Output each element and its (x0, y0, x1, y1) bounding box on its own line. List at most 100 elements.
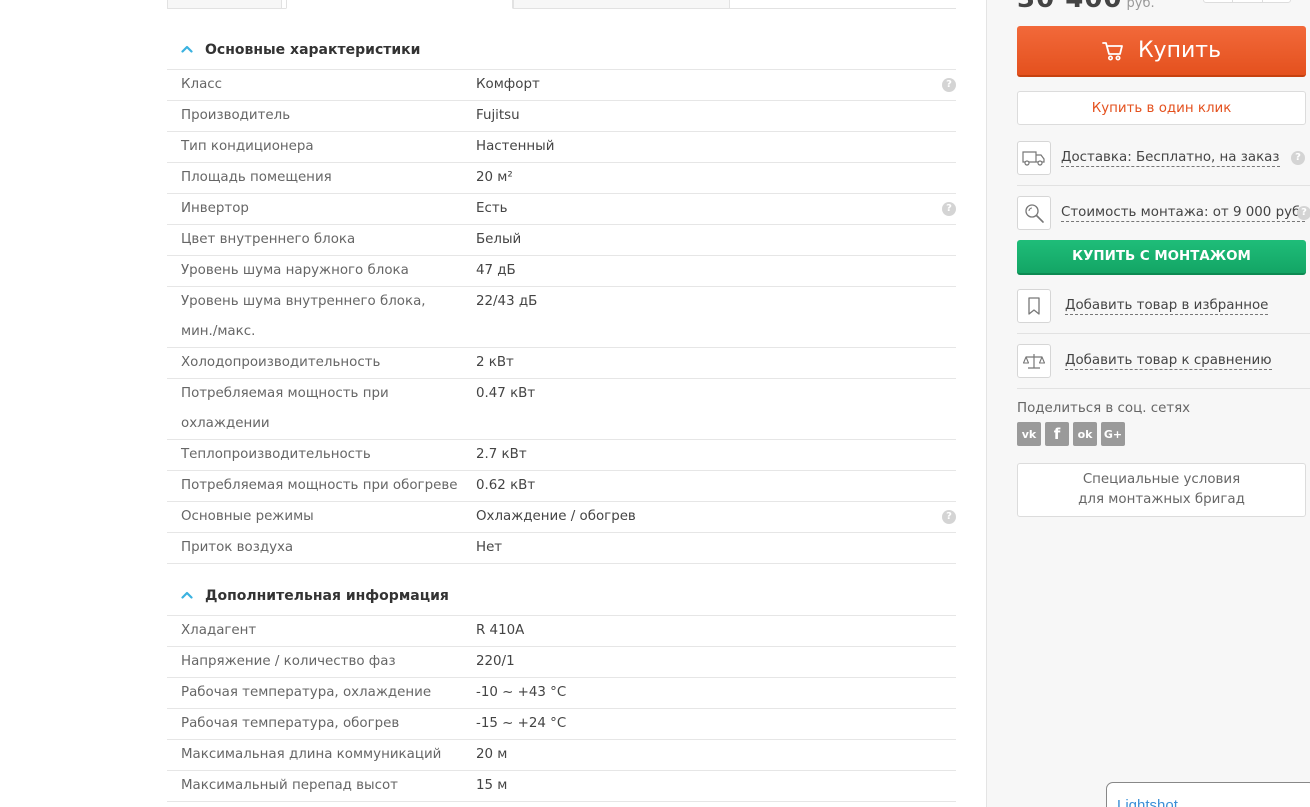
help-icon[interactable]: ? (1291, 151, 1305, 165)
social-share-buttons: vk f ok G+ (1017, 422, 1125, 446)
tab-3[interactable] (513, 0, 730, 9)
spec-value: 22/43 дБ (476, 294, 538, 309)
spec-label: Площадь помещения (181, 170, 332, 185)
spec-row: Потребляемая мощность при охлаждении 0.47… (167, 379, 956, 440)
specifications: Основные характеристики Класс Комфорт? Прои… (167, 30, 956, 802)
tab-characteristics[interactable] (286, 0, 513, 9)
spec-label: Напряжение / количество фаз (181, 654, 396, 669)
spec-label: Максимальная длина коммуникаций (181, 747, 442, 762)
google-plus-icon[interactable]: G+ (1101, 422, 1125, 446)
spec-value: Белый (476, 232, 522, 247)
cart-icon (1102, 41, 1124, 61)
spec-value: R 410A (476, 623, 525, 638)
spec-value: -10 ~ +43 °C (476, 685, 567, 700)
chevron-up-icon (181, 45, 193, 55)
chevron-up-icon (181, 591, 193, 601)
help-icon[interactable]: ? (1297, 206, 1310, 220)
installation-cost-link[interactable]: Стоимость монтажа: от 9 000 руб. (1061, 204, 1305, 222)
spec-row: Напряжение / количество фаз 220/1 (167, 647, 956, 678)
spec-label: Рабочая температура, охлаждение (181, 685, 432, 700)
bookmark-icon (1017, 289, 1051, 323)
scales-icon (1017, 344, 1051, 378)
spec-row: Основные режимы Охлаждение / обогрев? (167, 502, 956, 533)
delivery-row: Доставка: Бесплатно, на заказ ? (1017, 141, 1310, 175)
buy-button[interactable]: Купить (1017, 26, 1306, 77)
spec-value: 2 кВт (476, 355, 514, 370)
tab-1[interactable] (167, 0, 282, 9)
divider (1017, 185, 1310, 186)
spec-row: Инвертор Есть? (167, 194, 956, 225)
spec-label: Теплопроизводительность (181, 447, 371, 462)
facebook-icon[interactable]: f (1045, 422, 1069, 446)
favorite-row: Добавить товар в избранное (1017, 289, 1310, 323)
special-line-2: для монтажных бригад (1078, 492, 1245, 507)
product-tabs (167, 0, 956, 9)
spec-value: Fujitsu (476, 108, 520, 123)
spec-value: Комфорт (476, 77, 540, 92)
truck-icon (1017, 141, 1051, 175)
spec-label: Рабочая температура, обогрев (181, 716, 400, 731)
spec-label: Потребляемая мощность при обогреве (181, 478, 458, 493)
add-to-favorites-link[interactable]: Добавить товар в избранное (1065, 297, 1269, 315)
spec-row: Холодопроизводительность 2 кВт (167, 348, 956, 379)
buy-one-click-button[interactable]: Купить в один клик (1017, 91, 1306, 125)
spec-label: Основные режимы (181, 509, 314, 524)
spec-label: Потребляемая мощность при охлаждении (181, 386, 389, 431)
special-line-1: Специальные условия (1082, 472, 1241, 487)
spec-label: Производитель (181, 108, 291, 123)
section-header[interactable]: Дополнительная информация (167, 576, 956, 616)
spec-value: 220/1 (476, 654, 515, 669)
spec-row: Класс Комфорт? (167, 70, 956, 101)
spec-value: 20 м (476, 747, 508, 762)
section-header[interactable]: Основные характеристики (167, 30, 956, 70)
spec-row: Потребляемая мощность при обогреве 0.62 к… (167, 471, 956, 502)
compare-row: Добавить товар к сравнению (1017, 344, 1310, 378)
spec-row: Рабочая температура, обогрев -15 ~ +24 °C (167, 709, 956, 740)
currency: руб. (1126, 0, 1155, 11)
spec-label: Цвет внутреннего блока (181, 232, 356, 247)
section-title: Дополнительная информация (205, 587, 449, 604)
spec-row: Уровень шума внутреннего блока, мин./мак… (167, 287, 956, 348)
vk-icon[interactable]: vk (1017, 422, 1041, 446)
installation-row: Стоимость монтажа: от 9 000 руб. ? (1017, 196, 1310, 230)
price: 30 400руб. (1017, 0, 1155, 14)
section-title: Основные характеристики (205, 41, 421, 58)
spec-row: Площадь помещения 20 м² (167, 163, 956, 194)
spec-row: Производитель Fujitsu (167, 101, 956, 132)
spec-value: Есть (476, 201, 508, 216)
wrench-icon (1017, 196, 1051, 230)
spec-row: Рабочая температура, охлаждение -10 ~ +43… (167, 678, 956, 709)
divider (1017, 388, 1310, 389)
spec-value: Охлаждение / обогрев (476, 509, 636, 524)
quantity-stepper[interactable] (1203, 0, 1291, 3)
help-icon[interactable]: ? (942, 78, 956, 92)
spec-row: Уровень шума наружного блока 47 дБ (167, 256, 956, 287)
add-to-compare-link[interactable]: Добавить товар к сравнению (1065, 352, 1272, 370)
divider (1017, 333, 1310, 334)
spec-label: Уровень шума внутреннего блока, мин./мак… (181, 294, 426, 339)
spec-row: Теплопроизводительность 2.7 кВт (167, 440, 956, 471)
spec-value: 20 м² (476, 170, 513, 185)
buy-with-installation-button[interactable]: КУПИТЬ С МОНТАЖОМ (1017, 240, 1306, 275)
spec-value: 0.47 кВт (476, 386, 536, 401)
purchase-sidebar: 30 400руб. Купить Купить в один клик Дос… (986, 0, 1310, 807)
lightshot-widget[interactable]: Lightshot (1106, 782, 1310, 807)
spec-label: Тип кондиционера (181, 139, 314, 154)
delivery-link[interactable]: Доставка: Бесплатно, на заказ (1061, 149, 1280, 167)
spec-value: 2.7 кВт (476, 447, 527, 462)
spec-label: Уровень шума наружного блока (181, 263, 409, 278)
spec-value: -15 ~ +24 °C (476, 716, 567, 731)
spec-value: 0.62 кВт (476, 478, 536, 493)
spec-row: Приток воздуха Нет (167, 533, 956, 564)
special-conditions-button[interactable]: Специальные условия для монтажных бригад (1017, 463, 1306, 517)
spec-label: Холодопроизводительность (181, 355, 381, 370)
spec-label: Максимальный перепад высот (181, 778, 398, 793)
spec-value: 15 м (476, 778, 508, 793)
odnoklassniki-icon[interactable]: ok (1073, 422, 1097, 446)
spec-row: Цвет внутреннего блока Белый (167, 225, 956, 256)
spec-row: Тип кондиционера Настенный (167, 132, 956, 163)
help-icon[interactable]: ? (942, 202, 956, 216)
spec-value: Нет (476, 540, 503, 555)
help-icon[interactable]: ? (942, 510, 956, 524)
